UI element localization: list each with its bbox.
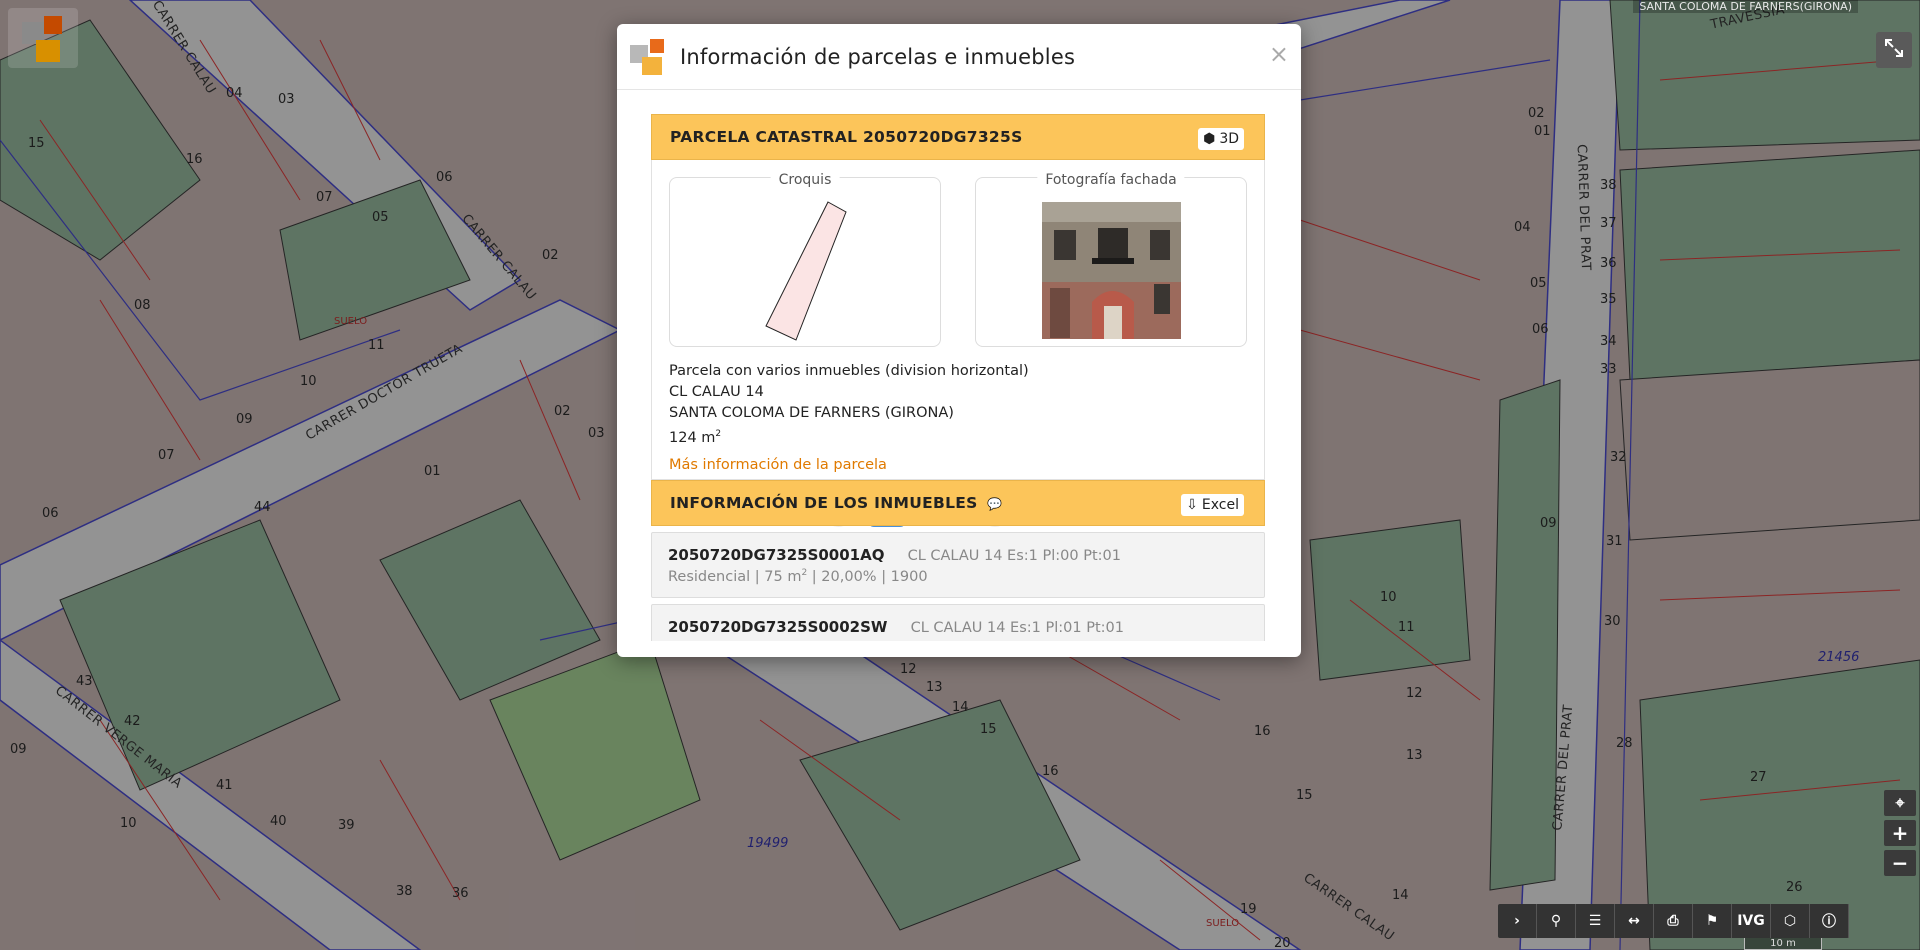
zoom-in-button[interactable]: + <box>1884 820 1916 846</box>
zoom-controls: ⌖ + − <box>1884 790 1916 880</box>
3d-icon[interactable]: ⬡ <box>1771 904 1810 938</box>
parcel-address: CL CALAU 14 <box>669 384 764 400</box>
inmueble-item[interactable]: 2050720DG7325S0002SW CL CALAU 14 Es:1 Pl… <box>651 604 1265 641</box>
scale-bar: 10 m <box>1744 938 1822 950</box>
parcel-card: Croquis Fotografía fachada Parcela con v… <box>651 160 1265 538</box>
facade-photo-box[interactable]: Fotografía fachada <box>975 172 1247 347</box>
map-toolbar: › ⚲ ☰ ↔ ⎙ ⚑ IVG ⬡ ⓘ <box>1498 904 1849 938</box>
layers-icon[interactable]: ☰ <box>1576 904 1615 938</box>
parcel-section-title: PARCELA CATASTRAL 2050720DG7325S <box>670 128 1023 146</box>
facade-photo[interactable] <box>1042 202 1181 339</box>
parcel-municipality: SANTA COLOMA DE FARNERS (GIRONA) <box>669 405 954 421</box>
fullscreen-button[interactable] <box>1876 32 1912 68</box>
location-label: SANTA COLOMA DE FARNERS(GIRONA) <box>1633 0 1858 13</box>
plus-icon: + <box>1891 821 1909 845</box>
excel-button[interactable]: ⇩ Excel <box>1181 494 1244 516</box>
surface-value: 124 m <box>669 429 716 446</box>
ivg-label: IVG <box>1737 913 1765 929</box>
cubes-icon: ⬢ <box>1203 131 1216 147</box>
zoom-out-button[interactable]: − <box>1884 850 1916 876</box>
minus-icon: − <box>1891 851 1909 875</box>
meta-rest: | 20,00% | 1900 <box>807 568 928 585</box>
more-info-label: Más información de la parcela <box>669 456 887 473</box>
inmueble-item[interactable]: 2050720DG7325S0001AQ CL CALAU 14 Es:1 Pl… <box>651 532 1265 598</box>
facade-photo-label: Fotografía fachada <box>1037 172 1185 188</box>
inmueble-code: 2050720DG7325S0002SW <box>668 618 888 636</box>
inmueble-address: CL CALAU 14 Es:1 Pl:00 Pt:01 <box>907 548 1121 564</box>
search-icon[interactable]: ⚲ <box>1537 904 1576 938</box>
inmuebles-section-title: INFORMACIÓN DE LOS INMUEBLES 💬 <box>670 494 1003 512</box>
chevron-right-icon[interactable]: › <box>1498 904 1537 938</box>
parcel-description: Parcela con varios inmuebles (division h… <box>669 361 1247 449</box>
inmueble-meta: Residencial | 75 m2 | 20,00% | 1900 <box>668 568 1248 585</box>
parcel-info-modal: Información de parcelas e inmuebles × PA… <box>617 24 1301 657</box>
croquis-box[interactable]: Croquis <box>669 172 941 347</box>
inmuebles-section-header: INFORMACIÓN DE LOS INMUEBLES 💬 ⇩ Excel <box>651 480 1265 526</box>
expand-icon <box>1884 38 1904 63</box>
inmuebles-title-text: INFORMACIÓN DE LOS INMUEBLES <box>670 494 978 512</box>
surface-unit-sup: 2 <box>715 429 722 439</box>
excel-label: Excel <box>1201 497 1239 513</box>
modal-header: Información de parcelas e inmuebles × <box>617 24 1301 90</box>
crosshair-icon: ⌖ <box>1895 793 1905 812</box>
info-icon[interactable]: ⓘ <box>1810 904 1849 938</box>
inmueble-code: 2050720DG7325S0001AQ <box>668 546 885 564</box>
3d-view-button[interactable]: ⬢ 3D <box>1198 128 1244 150</box>
croquis-sketch <box>765 201 847 341</box>
inmueble-row: 2050720DG7325S0002SW CL CALAU 14 Es:1 Pl… <box>668 617 1248 636</box>
inmuebles-section: INFORMACIÓN DE LOS INMUEBLES 💬 ⇩ Excel 2… <box>651 480 1265 641</box>
print-icon[interactable]: ⎙ <box>1654 904 1693 938</box>
measure-icon[interactable]: ↔ <box>1615 904 1654 938</box>
parcel-section-header: PARCELA CATASTRAL 2050720DG7325S ⬢ 3D <box>651 114 1265 160</box>
ivg-button[interactable]: IVG <box>1732 904 1771 938</box>
app-logo <box>8 8 78 68</box>
inmueble-row: 2050720DG7325S0001AQ CL CALAU 14 Es:1 Pl… <box>668 545 1248 564</box>
modal-title: Información de parcelas e inmuebles <box>680 44 1076 69</box>
download-icon: ⇩ <box>1186 497 1198 513</box>
comment-icon[interactable]: 💬 <box>987 497 1002 511</box>
thumbnails-row: Croquis Fotografía fachada <box>669 160 1247 347</box>
catastro-logo-icon <box>628 37 668 77</box>
3d-label: 3D <box>1219 131 1239 147</box>
close-button[interactable]: × <box>1269 42 1289 66</box>
inmueble-address: CL CALAU 14 Es:1 Pl:01 Pt:01 <box>910 620 1124 636</box>
locate-button[interactable]: ⌖ <box>1884 790 1916 816</box>
meta-main: Residencial | 75 m <box>668 568 802 585</box>
modal-body[interactable]: PARCELA CATASTRAL 2050720DG7325S ⬢ 3D Cr… <box>651 114 1265 641</box>
route-icon[interactable]: ⚑ <box>1693 904 1732 938</box>
parcel-surface: 124 m2 <box>669 424 1247 449</box>
parcel-type: Parcela con varios inmuebles (division h… <box>669 363 1029 379</box>
more-info-link[interactable]: Más información de la parcela <box>669 457 1247 473</box>
